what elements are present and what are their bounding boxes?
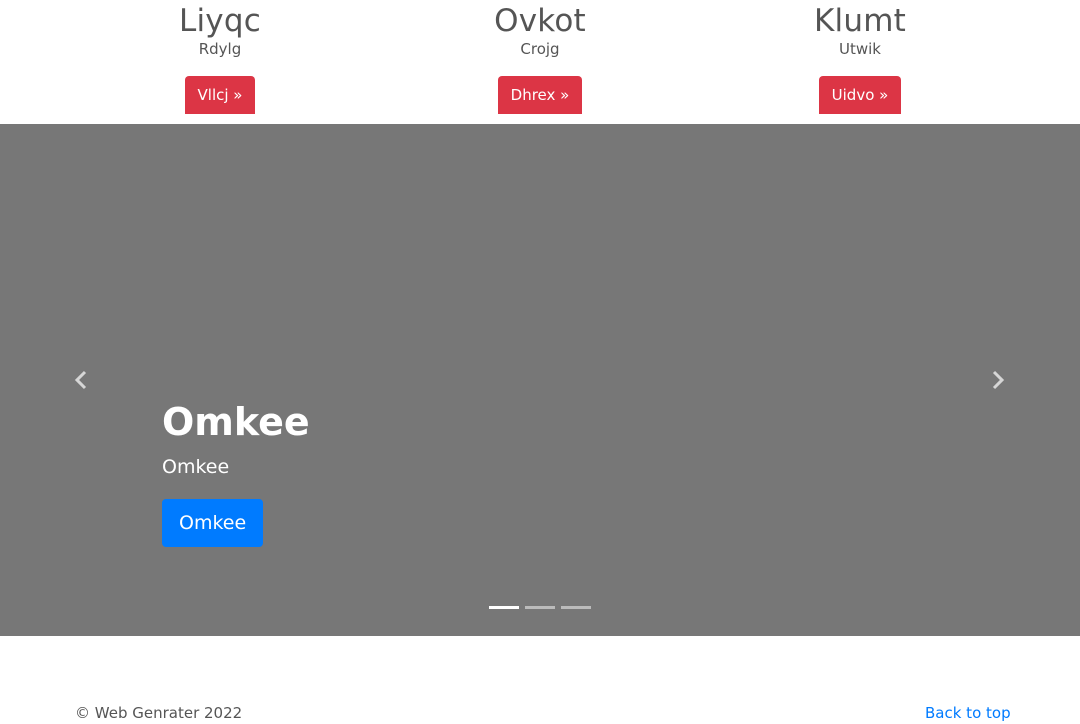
feature-title: Klumt — [814, 3, 906, 39]
carousel-prev-button[interactable] — [61, 360, 101, 400]
carousel-caption-title: Omkee — [162, 400, 310, 444]
feature-subtitle: Utwik — [839, 40, 881, 58]
features-row: Liyqc Rdylg Vllcj » Ovkot Crojg Dhrex » … — [0, 0, 1080, 124]
chevron-right-icon — [992, 370, 1005, 390]
back-to-top-link[interactable]: Back to top — [925, 703, 1011, 723]
chevron-left-icon — [74, 370, 87, 390]
feature-column-1: Liyqc Rdylg Vllcj » — [60, 0, 380, 114]
carousel-next-button[interactable] — [978, 360, 1018, 400]
carousel-indicator-3[interactable] — [561, 606, 591, 609]
page: Liyqc Rdylg Vllcj » Ovkot Crojg Dhrex » … — [0, 0, 1080, 724]
carousel-indicator-1[interactable] — [489, 606, 519, 609]
feature-subtitle: Crojg — [520, 40, 560, 58]
carousel-indicator-2[interactable] — [525, 606, 555, 609]
feature-button-2[interactable]: Dhrex » — [497, 76, 583, 114]
feature-button-1[interactable]: Vllcj » — [184, 76, 256, 114]
copyright-text: © Web Genrater 2022 — [75, 704, 243, 722]
feature-subtitle: Rdylg — [198, 40, 242, 58]
feature-title: Liyqc — [179, 3, 261, 39]
feature-column-2: Ovkot Crojg Dhrex » — [380, 0, 700, 114]
feature-column-3: Klumt Utwik Uidvo » — [700, 0, 1020, 114]
carousel-indicators — [489, 606, 591, 609]
carousel-caption-button[interactable]: Omkee — [162, 499, 264, 547]
footer: © Web Genrater 2022 Back to top — [0, 636, 1080, 724]
carousel: Omkee Omkee Omkee — [0, 124, 1080, 636]
feature-title: Ovkot — [494, 3, 586, 39]
carousel-caption-text: Omkee — [162, 456, 230, 478]
carousel-caption: Omkee Omkee Omkee — [162, 398, 762, 547]
feature-button-3[interactable]: Uidvo » — [818, 76, 902, 114]
